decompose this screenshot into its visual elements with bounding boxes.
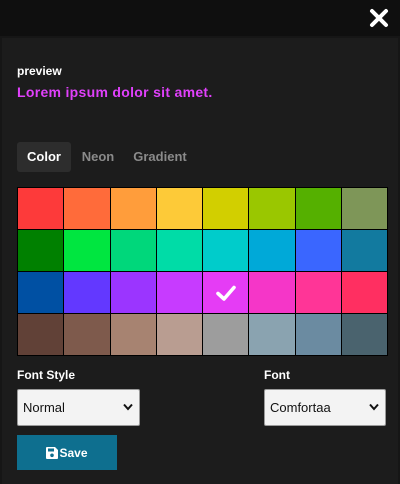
color-swatch[interactable] <box>18 188 64 229</box>
font-style-value: Normal <box>23 400 65 415</box>
preview-label: preview <box>17 64 62 78</box>
tab-neon[interactable]: Neon <box>76 142 120 172</box>
color-swatch[interactable] <box>18 314 64 355</box>
color-swatch[interactable] <box>295 230 341 271</box>
color-swatch[interactable] <box>341 230 387 271</box>
color-swatch[interactable] <box>203 230 249 271</box>
tab-gradient[interactable]: Gradient <box>128 142 192 172</box>
font-style-select[interactable]: Normal <box>17 389 140 426</box>
color-swatch[interactable] <box>64 272 110 313</box>
color-swatch[interactable] <box>18 272 64 313</box>
font-style-label: Font Style <box>17 368 76 382</box>
color-swatch[interactable] <box>64 314 110 355</box>
color-swatch[interactable] <box>341 272 387 313</box>
close-icon[interactable] <box>368 7 390 29</box>
color-swatch[interactable] <box>110 272 156 313</box>
color-swatch[interactable] <box>110 314 156 355</box>
color-swatch[interactable] <box>249 188 295 229</box>
save-button-label: Save <box>59 445 88 460</box>
color-swatch[interactable] <box>203 314 249 355</box>
floppy-disk-icon <box>46 446 59 459</box>
color-swatch[interactable] <box>295 272 341 313</box>
color-swatch[interactable] <box>249 314 295 355</box>
top-bar <box>0 0 400 36</box>
color-swatch[interactable] <box>110 230 156 271</box>
color-swatch[interactable] <box>249 272 295 313</box>
color-swatch[interactable] <box>156 272 202 313</box>
save-button[interactable]: Save <box>17 435 117 470</box>
color-swatch-grid <box>17 187 388 356</box>
checkmark-icon <box>215 285 236 301</box>
color-swatch[interactable] <box>341 314 387 355</box>
tab-color[interactable]: Color <box>17 142 71 172</box>
color-swatch[interactable] <box>295 314 341 355</box>
color-swatch[interactable] <box>295 188 341 229</box>
preview-text: Lorem ipsum dolor sit amet. <box>17 84 213 100</box>
font-select[interactable]: Comfortaa <box>264 389 386 426</box>
font-value: Comfortaa <box>270 400 331 415</box>
color-swatch[interactable] <box>249 230 295 271</box>
color-swatch-selected[interactable] <box>203 272 249 313</box>
font-label: Font <box>264 368 290 382</box>
color-swatch[interactable] <box>341 188 387 229</box>
color-swatch[interactable] <box>156 314 202 355</box>
color-swatch[interactable] <box>18 230 64 271</box>
color-swatch[interactable] <box>110 188 156 229</box>
color-swatch[interactable] <box>156 188 202 229</box>
color-swatch[interactable] <box>64 230 110 271</box>
chevron-down-icon <box>123 403 133 411</box>
color-swatch[interactable] <box>203 188 249 229</box>
chevron-down-icon <box>369 403 379 411</box>
color-swatch[interactable] <box>64 188 110 229</box>
color-swatch[interactable] <box>156 230 202 271</box>
